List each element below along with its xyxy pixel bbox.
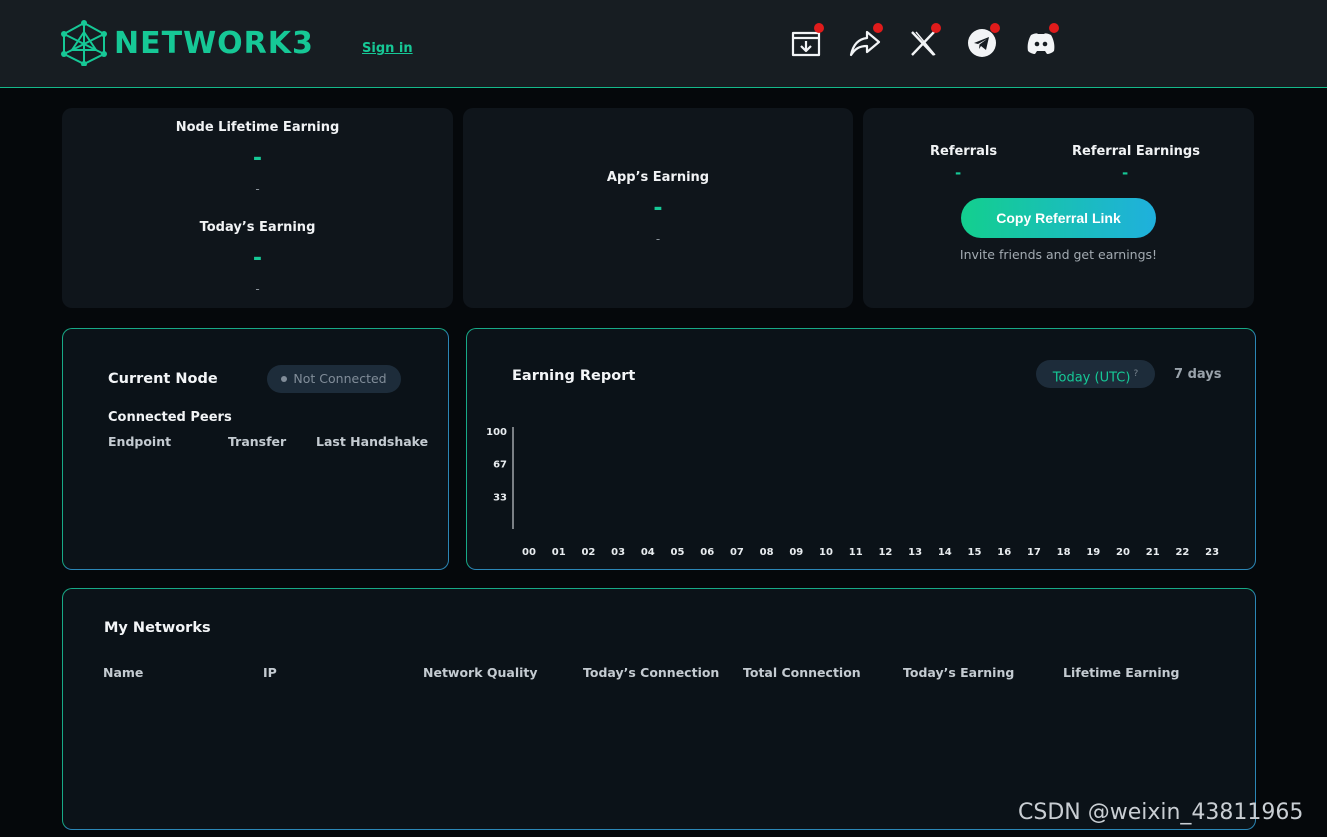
download-button[interactable] [790, 23, 824, 59]
my-networks-panel: My Networks Name IP Network Quality Toda… [62, 588, 1256, 830]
referrals-label: Referrals [930, 144, 998, 159]
x-tick-label: 12 [878, 547, 892, 558]
peers-column-last-handshake: Last Handshake [316, 434, 429, 449]
logo-text: NETWORK3 [114, 25, 314, 61]
app-earning-value: - [653, 196, 663, 221]
x-tick-label: 13 [908, 547, 922, 558]
tab-today-utc-label: Today (UTC) [1052, 370, 1131, 386]
x-tick-label: 07 [730, 547, 744, 558]
x-tick-label: 15 [968, 547, 982, 558]
x-tick-label: 21 [1146, 547, 1160, 558]
tab-7-days[interactable]: 7 days [1174, 367, 1221, 382]
app-earning-card: App’s Earning - - [463, 108, 853, 308]
my-networks-title: My Networks [104, 620, 211, 636]
today-earning-sub: - [255, 282, 260, 296]
x-tick-label: 09 [789, 547, 803, 558]
app-earning-label: App’s Earning [606, 170, 710, 185]
copy-referral-link-button[interactable]: Copy Referral Link [961, 198, 1156, 238]
x-tick-label: 01 [552, 547, 566, 558]
referral-earnings-value: - [1122, 164, 1129, 182]
help-icon[interactable]: ? [1133, 369, 1138, 379]
networks-column-ip: IP [263, 665, 277, 680]
connection-status-badge: Not Connected [267, 365, 401, 393]
networks-column-today-connection: Today’s Connection [583, 665, 720, 680]
referral-card: Referrals - Referral Earnings - Copy Ref… [863, 108, 1254, 308]
status-dot [281, 375, 288, 382]
earning-report-panel: Earning Report Today (UTC)? 7 days 100 67… [466, 328, 1256, 570]
networks-column-quality: Network Quality [423, 665, 538, 680]
networks-column-lifetime-earning: Lifetime Earning [1063, 665, 1180, 680]
y-tick-label: 100 [486, 427, 507, 438]
x-tick-label: 14 [938, 547, 952, 558]
app-earning-sub: - [655, 232, 661, 246]
x-tick-label: 19 [1086, 547, 1100, 558]
x-tick-label: 18 [1057, 547, 1071, 558]
earning-chart: 100 67 33 00 01 02 03 04 05 06 07 08 09 10 11 12 13 14 15 1… [486, 427, 1219, 558]
x-tick-label: 02 [581, 547, 595, 558]
x-tick-label: 04 [641, 547, 655, 558]
today-earning-value: - [252, 246, 263, 271]
y-tick-label: 33 [493, 493, 507, 504]
telegram-button[interactable] [966, 23, 1000, 59]
notification-dot [873, 23, 883, 33]
x-tick-label: 23 [1205, 547, 1219, 558]
sign-in-link[interactable]: Sign in [362, 41, 413, 56]
watermark: CSDN @weixin_43811965 [1018, 800, 1304, 825]
peers-column-endpoint: Endpoint [108, 434, 172, 449]
x-tick-label: 00 [522, 547, 536, 558]
top-header: NETWORK3 Sign in [0, 0, 1327, 88]
invite-text: Invite friends and get earnings! [959, 247, 1158, 262]
x-tick-label: 16 [997, 547, 1011, 558]
today-earning-label: Today’s Earning [199, 220, 316, 235]
discord-button[interactable] [1025, 23, 1059, 59]
x-tick-label: 11 [849, 547, 863, 558]
tab-today-utc[interactable]: Today (UTC)? [1036, 360, 1155, 388]
referrals-value: - [955, 164, 962, 182]
networks-column-today-earning: Today’s Earning [903, 665, 1015, 680]
lifetime-earning-label: Node Lifetime Earning [175, 120, 340, 135]
notification-dot [1049, 23, 1059, 33]
peers-column-transfer: Transfer [228, 434, 287, 449]
notification-dot [814, 23, 824, 33]
current-node-panel: Current Node Not Connected Connected Pee… [62, 328, 449, 570]
connection-status-text: Not Connected [293, 371, 387, 386]
share-button[interactable] [849, 23, 883, 59]
notification-dot [931, 23, 941, 33]
networks-column-name: Name [103, 665, 144, 680]
x-tick-label: 22 [1175, 547, 1189, 558]
current-node-title: Current Node [108, 371, 218, 387]
x-tick-label: 17 [1027, 547, 1041, 558]
node-earning-card: Node Lifetime Earning - - Today’s Earnin… [62, 108, 453, 308]
networks-column-total-connection: Total Connection [743, 665, 861, 680]
x-tick-label: 03 [611, 547, 625, 558]
x-twitter-button[interactable] [907, 23, 941, 59]
lifetime-earning-sub: - [255, 182, 260, 196]
x-tick-label: 20 [1116, 547, 1130, 558]
notification-dot [990, 23, 1000, 33]
x-tick-label: 08 [760, 547, 774, 558]
connected-peers-label: Connected Peers [108, 410, 232, 425]
logo[interactable]: NETWORK3 [60, 20, 314, 66]
y-tick-label: 67 [493, 459, 507, 470]
x-tick-label: 06 [700, 547, 714, 558]
x-tick-label: 05 [671, 547, 685, 558]
earning-report-title: Earning Report [512, 368, 636, 384]
referral-earnings-label: Referral Earnings [1072, 144, 1200, 159]
x-tick-label: 10 [819, 547, 833, 558]
lifetime-earning-value: - [252, 146, 263, 171]
network-logo-icon [61, 20, 107, 66]
